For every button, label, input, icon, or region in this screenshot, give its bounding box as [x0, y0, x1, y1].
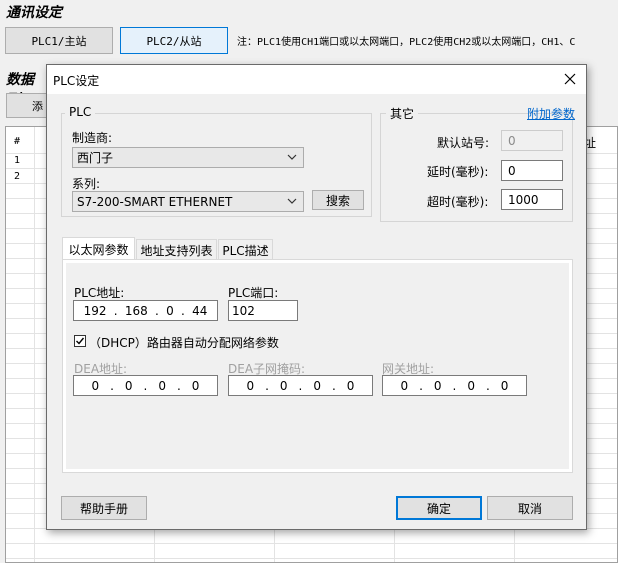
chevron-down-icon — [287, 151, 297, 166]
ip-octet: 0 — [313, 378, 321, 393]
dhcp-checkbox[interactable] — [74, 335, 86, 347]
table-row-index: 1 — [14, 155, 21, 166]
ip-octet: 192 — [83, 303, 107, 318]
series-label: 系列: — [72, 177, 101, 191]
ok-button[interactable]: 确定 — [396, 496, 482, 520]
ip-dot: . — [143, 378, 148, 393]
manufacturer-select[interactable]: 西门子 — [72, 147, 304, 168]
plc-port-label: PLC端口: — [228, 286, 279, 300]
ip-octet: 168 — [124, 303, 148, 318]
plc-port-field[interactable]: 102 — [228, 300, 298, 321]
plc-address-input[interactable]: 192. 168. 0. 44 — [73, 300, 218, 321]
ip-dot: . — [265, 378, 269, 393]
default-station-field[interactable]: 0 — [501, 130, 563, 151]
ip-dot: . — [485, 378, 490, 393]
ip-dot: . — [113, 303, 118, 318]
default-station-value: 0 — [508, 133, 516, 148]
dea-address-input[interactable]: 0. 0. 0. 0 — [73, 375, 218, 396]
chevron-down-icon — [287, 195, 297, 210]
cancel-button[interactable]: 取消 — [487, 496, 573, 520]
ip-dot: . — [180, 303, 185, 318]
delay-label: 延时(毫秒): — [427, 165, 489, 179]
ip-dot: . — [298, 378, 303, 393]
ip-octet: 0 — [467, 378, 475, 393]
tab-ethernet-params[interactable]: 以太网参数 — [62, 237, 135, 260]
timeout-label: 超时(毫秒): — [427, 195, 489, 209]
ip-dot: . — [419, 378, 423, 393]
other-group-label: 其它 — [386, 105, 419, 122]
gateway-input[interactable]: 0. 0. 0. 0 — [382, 375, 527, 396]
tab-panel — [62, 259, 573, 473]
table-header-index: # — [14, 136, 21, 147]
timeout-field[interactable]: 1000 — [501, 189, 563, 210]
plc1-master-button[interactable]: PLC1/主站 — [5, 27, 113, 54]
comm-note: 注：PLC1使用CH1端口或以太网端口，PLC2使用CH2或以太网端口，CH1、… — [237, 37, 576, 48]
ip-dot: . — [176, 378, 181, 393]
ip-octet: 0 — [166, 303, 174, 318]
plc2-slave-button[interactable]: PLC2/从站 — [120, 27, 228, 54]
ip-octet: 0 — [500, 378, 509, 393]
delay-value: 0 — [508, 163, 516, 178]
plc-settings-dialog: PLC设定 PLC 制造商: 西门子 系列: S7-200-SMART ETHE… — [46, 64, 587, 530]
ip-octet: 0 — [158, 378, 166, 393]
ip-dot: . — [452, 378, 457, 393]
dialog-title: PLC设定 — [53, 74, 100, 88]
series-select[interactable]: S7-200-SMART ETHERNET — [72, 191, 304, 212]
extra-params-link[interactable]: 附加参数 — [527, 105, 575, 122]
dhcp-label: （DHCP）路由器自动分配网络参数 — [89, 336, 279, 350]
add-button[interactable]: 添 — [6, 93, 48, 118]
subnet-mask-input[interactable]: 0. 0. 0. 0 — [228, 375, 373, 396]
default-station-label: 默认站号: — [437, 136, 490, 150]
ip-octet: 0 — [400, 378, 409, 393]
ip-dot: . — [331, 378, 336, 393]
ip-octet: 0 — [191, 378, 200, 393]
ip-dot: . — [155, 303, 159, 318]
ip-dot: . — [110, 378, 114, 393]
add-button-label: 添 — [32, 99, 43, 113]
check-icon — [76, 337, 85, 345]
tab-panel-inner — [66, 263, 569, 469]
delay-field[interactable]: 0 — [501, 160, 563, 181]
table-row-index: 2 — [14, 171, 21, 182]
tab-plc-description[interactable]: PLC描述 — [218, 239, 273, 260]
ip-octet: 0 — [124, 378, 133, 393]
ip-octet: 0 — [346, 378, 355, 393]
ip-octet: 0 — [433, 378, 442, 393]
ip-octet: 0 — [246, 378, 255, 393]
ip-octet: 0 — [91, 378, 100, 393]
dialog-titlebar: PLC设定 — [47, 65, 586, 94]
series-value: S7-200-SMART ETHERNET — [77, 194, 233, 209]
timeout-value: 1000 — [508, 192, 539, 207]
search-button[interactable]: 搜索 — [312, 190, 364, 210]
comm-settings-title: 通讯设定 — [6, 5, 62, 21]
ip-octet: 44 — [192, 303, 208, 318]
tab-address-support[interactable]: 地址支持列表 — [136, 239, 217, 260]
plc-group-label: PLC — [65, 105, 96, 119]
close-icon[interactable] — [559, 68, 581, 90]
ip-octet: 0 — [279, 378, 288, 393]
manufacturer-label: 制造商: — [72, 131, 113, 145]
help-manual-button[interactable]: 帮助手册 — [61, 496, 147, 520]
manufacturer-value: 西门子 — [77, 151, 114, 165]
plc-port-value: 102 — [232, 303, 255, 318]
plc-address-label: PLC地址: — [74, 286, 125, 300]
